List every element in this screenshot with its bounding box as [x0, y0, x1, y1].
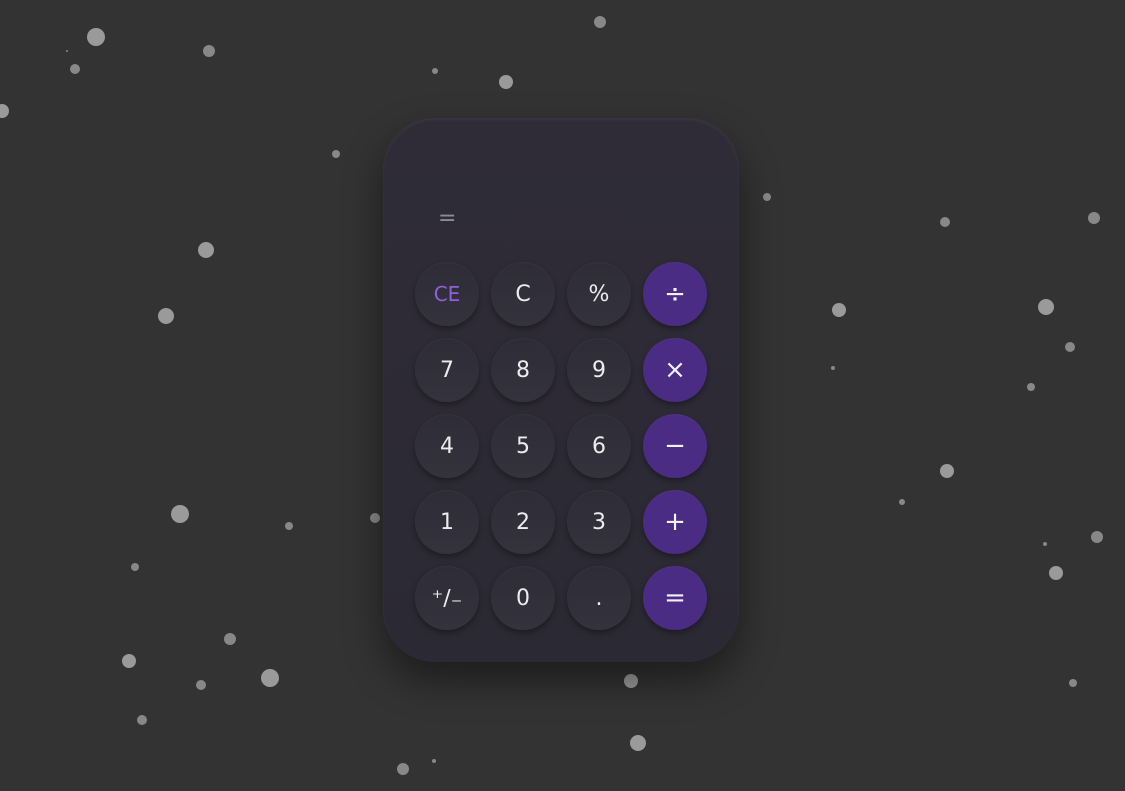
particle	[1049, 566, 1063, 580]
equals-button[interactable]: =	[643, 566, 707, 630]
particle	[1027, 383, 1035, 391]
digit-9-button[interactable]: 9	[567, 338, 631, 402]
particle	[198, 242, 214, 258]
particle	[285, 522, 293, 530]
digit-1-button[interactable]: 1	[415, 490, 479, 554]
digit-0-button[interactable]: 0	[491, 566, 555, 630]
particle	[1069, 679, 1077, 687]
toggle-sign-button[interactable]: ⁺∕₋	[415, 566, 479, 630]
particle	[624, 674, 638, 688]
particle	[832, 303, 846, 317]
particle	[594, 16, 606, 28]
digit-2-button[interactable]: 2	[491, 490, 555, 554]
particle	[899, 499, 905, 505]
particle	[158, 308, 174, 324]
particle	[432, 759, 436, 763]
particle	[432, 68, 438, 74]
calculator-display: =	[438, 206, 457, 231]
particle	[1065, 342, 1075, 352]
digit-5-button[interactable]: 5	[491, 414, 555, 478]
digit-7-button[interactable]: 7	[415, 338, 479, 402]
particle	[171, 505, 189, 523]
digit-3-button[interactable]: 3	[567, 490, 631, 554]
particle	[630, 735, 646, 751]
particle	[224, 633, 236, 645]
clear-entry-button[interactable]: CE	[415, 262, 479, 326]
particle	[87, 28, 105, 46]
particle	[66, 50, 68, 52]
digit-4-button[interactable]: 4	[415, 414, 479, 478]
add-button[interactable]: +	[643, 490, 707, 554]
particle	[131, 563, 139, 571]
particle	[940, 217, 950, 227]
particle	[261, 669, 279, 687]
particle	[332, 150, 340, 158]
particle	[70, 64, 80, 74]
digit-6-button[interactable]: 6	[567, 414, 631, 478]
digit-8-button[interactable]: 8	[491, 338, 555, 402]
particle	[0, 104, 9, 118]
particle	[370, 513, 380, 523]
particle	[499, 75, 513, 89]
divide-button[interactable]: ÷	[643, 262, 707, 326]
percent-button[interactable]: %	[567, 262, 631, 326]
particle	[831, 366, 835, 370]
particle	[1088, 212, 1100, 224]
decimal-button[interactable]: .	[567, 566, 631, 630]
particle	[1038, 299, 1054, 315]
particle	[203, 45, 215, 57]
clear-button[interactable]: C	[491, 262, 555, 326]
particle	[397, 763, 409, 775]
multiply-button[interactable]: ×	[643, 338, 707, 402]
particle	[763, 193, 771, 201]
particle	[196, 680, 206, 690]
subtract-button[interactable]: −	[643, 414, 707, 478]
particle	[137, 715, 147, 725]
particle	[1043, 542, 1047, 546]
particle	[122, 654, 136, 668]
particle	[940, 464, 954, 478]
particle	[1091, 531, 1103, 543]
